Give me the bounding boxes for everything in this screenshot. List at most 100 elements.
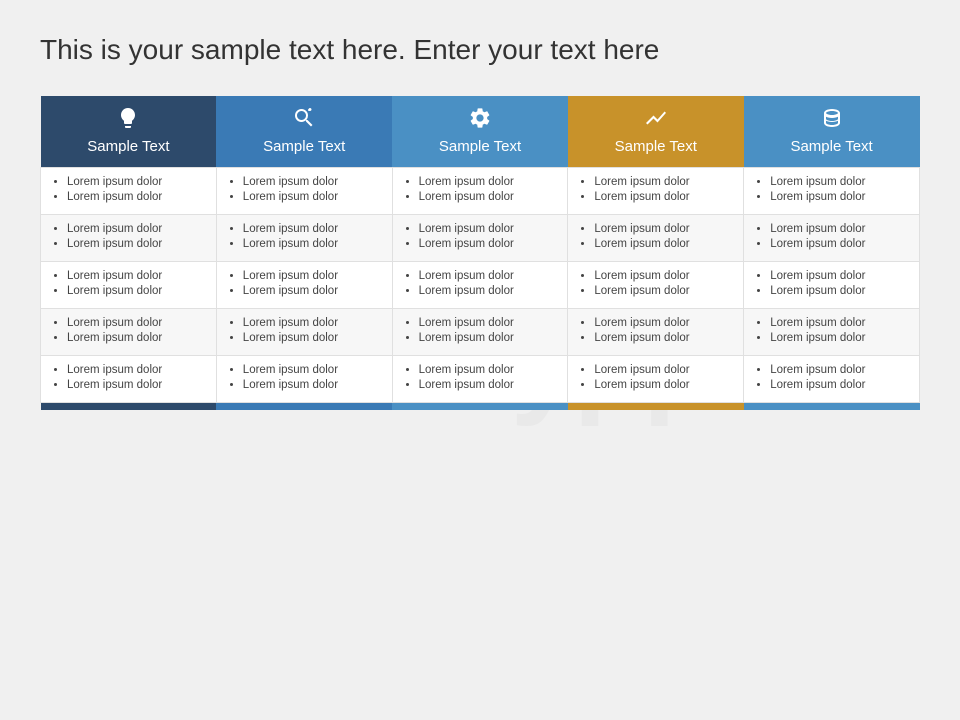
list-item: Lorem ipsum dolor xyxy=(67,317,206,329)
list-item: Lorem ipsum dolor xyxy=(67,332,206,344)
cell-r2-c5: Lorem ipsum dolor Lorem ipsum dolor xyxy=(744,215,920,262)
column-label-5: Sample Text xyxy=(752,138,912,155)
cell-r1-c1: Lorem ipsum dolor Lorem ipsum dolor xyxy=(41,168,217,215)
list-item: Lorem ipsum dolor xyxy=(243,317,382,329)
table-row: Lorem ipsum dolorLorem ipsum dolorLorem … xyxy=(41,168,920,215)
list-item: Lorem ipsum dolor xyxy=(419,238,558,250)
column-label-2: Sample Text xyxy=(224,138,384,155)
list-item: Lorem ipsum dolor xyxy=(243,285,382,297)
cell-r2-c3: Lorem ipsum dolor Lorem ipsum dolor xyxy=(392,215,568,262)
list-item: Lorem ipsum dolor xyxy=(243,223,382,235)
list-item: Lorem ipsum dolor xyxy=(594,317,733,329)
list-item: Lorem ipsum dolor xyxy=(67,176,206,188)
column-header-4: Sample Text xyxy=(568,96,744,168)
list-item: Lorem ipsum dolor xyxy=(243,379,382,391)
list-item: Lorem ipsum dolor xyxy=(67,379,206,391)
list-item: Lorem ipsum dolor xyxy=(243,332,382,344)
table-row: Lorem ipsum dolorLorem ipsum dolorLorem … xyxy=(41,215,920,262)
database-icon xyxy=(752,106,912,134)
list-item: Lorem ipsum dolor xyxy=(770,238,909,250)
column-header-2: Sample Text xyxy=(216,96,392,168)
column-label-3: Sample Text xyxy=(400,138,560,155)
list-item: Lorem ipsum dolor xyxy=(770,364,909,376)
list-item: Lorem ipsum dolor xyxy=(594,223,733,235)
footer-bar-5 xyxy=(744,403,920,410)
list-item: Lorem ipsum dolor xyxy=(67,285,206,297)
list-item: Lorem ipsum dolor xyxy=(770,285,909,297)
column-label-1: Sample Text xyxy=(49,138,209,155)
footer-bar-1 xyxy=(41,403,217,410)
list-item: Lorem ipsum dolor xyxy=(67,191,206,203)
cell-r5-c2: Lorem ipsum dolor Lorem ipsum dolor xyxy=(216,356,392,403)
main-table: Sample Text Sample Text Sample Text Samp… xyxy=(40,96,920,410)
list-item: Lorem ipsum dolor xyxy=(419,176,558,188)
list-item: Lorem ipsum dolor xyxy=(243,238,382,250)
cell-r3-c4: Lorem ipsum dolor Lorem ipsum dolor xyxy=(568,262,744,309)
column-header-1: Sample Text xyxy=(41,96,217,168)
list-item: Lorem ipsum dolor xyxy=(419,223,558,235)
list-item: Lorem ipsum dolor xyxy=(770,223,909,235)
list-item: Lorem ipsum dolor xyxy=(594,270,733,282)
cell-r4-c3: Lorem ipsum dolor Lorem ipsum dolor xyxy=(392,309,568,356)
column-header-3: Sample Text xyxy=(392,96,568,168)
cell-r1-c3: Lorem ipsum dolor Lorem ipsum dolor xyxy=(392,168,568,215)
list-item: Lorem ipsum dolor xyxy=(419,317,558,329)
cell-r4-c5: Lorem ipsum dolor Lorem ipsum dolor xyxy=(744,309,920,356)
cell-r1-c5: Lorem ipsum dolor Lorem ipsum dolor xyxy=(744,168,920,215)
list-item: Lorem ipsum dolor xyxy=(770,379,909,391)
footer-bar-4 xyxy=(568,403,744,410)
cell-r1-c2: Lorem ipsum dolor Lorem ipsum dolor xyxy=(216,168,392,215)
column-label-4: Sample Text xyxy=(576,138,736,155)
page-title: This is your sample text here. Enter you… xyxy=(40,32,920,68)
cell-r3-c1: Lorem ipsum dolor Lorem ipsum dolor xyxy=(41,262,217,309)
list-item: Lorem ipsum dolor xyxy=(770,176,909,188)
table-row: Lorem ipsum dolorLorem ipsum dolorLorem … xyxy=(41,356,920,403)
cell-r4-c4: Lorem ipsum dolor Lorem ipsum dolor xyxy=(568,309,744,356)
list-item: Lorem ipsum dolor xyxy=(770,191,909,203)
table-row: Lorem ipsum dolorLorem ipsum dolorLorem … xyxy=(41,262,920,309)
cell-r2-c4: Lorem ipsum dolor Lorem ipsum dolor xyxy=(568,215,744,262)
list-item: Lorem ipsum dolor xyxy=(243,270,382,282)
list-item: Lorem ipsum dolor xyxy=(67,364,206,376)
list-item: Lorem ipsum dolor xyxy=(594,332,733,344)
search-settings-icon xyxy=(224,106,384,134)
list-item: Lorem ipsum dolor xyxy=(67,238,206,250)
footer-bar-2 xyxy=(216,403,392,410)
list-item: Lorem ipsum dolor xyxy=(770,270,909,282)
list-item: Lorem ipsum dolor xyxy=(419,364,558,376)
gear-icon xyxy=(400,106,560,134)
table-row: Lorem ipsum dolorLorem ipsum dolorLorem … xyxy=(41,309,920,356)
cell-r1-c4: Lorem ipsum dolor Lorem ipsum dolor xyxy=(568,168,744,215)
cell-r3-c5: Lorem ipsum dolor Lorem ipsum dolor xyxy=(744,262,920,309)
list-item: Lorem ipsum dolor xyxy=(67,223,206,235)
list-item: Lorem ipsum dolor xyxy=(594,379,733,391)
list-item: Lorem ipsum dolor xyxy=(243,364,382,376)
cell-r5-c4: Lorem ipsum dolor Lorem ipsum dolor xyxy=(568,356,744,403)
list-item: Lorem ipsum dolor xyxy=(243,176,382,188)
list-item: Lorem ipsum dolor xyxy=(419,191,558,203)
list-item: Lorem ipsum dolor xyxy=(770,317,909,329)
chart-icon xyxy=(576,106,736,134)
cell-r5-c5: Lorem ipsum dolor Lorem ipsum dolor xyxy=(744,356,920,403)
list-item: Lorem ipsum dolor xyxy=(67,270,206,282)
cell-r5-c1: Lorem ipsum dolor Lorem ipsum dolor xyxy=(41,356,217,403)
column-header-5: Sample Text xyxy=(744,96,920,168)
cell-r5-c3: Lorem ipsum dolor Lorem ipsum dolor xyxy=(392,356,568,403)
cell-r2-c2: Lorem ipsum dolor Lorem ipsum dolor xyxy=(216,215,392,262)
list-item: Lorem ipsum dolor xyxy=(419,285,558,297)
footer-bar-3 xyxy=(392,403,568,410)
list-item: Lorem ipsum dolor xyxy=(243,191,382,203)
cell-r2-c1: Lorem ipsum dolor Lorem ipsum dolor xyxy=(41,215,217,262)
list-item: Lorem ipsum dolor xyxy=(419,379,558,391)
list-item: Lorem ipsum dolor xyxy=(594,364,733,376)
list-item: Lorem ipsum dolor xyxy=(419,270,558,282)
list-item: Lorem ipsum dolor xyxy=(770,332,909,344)
list-item: Lorem ipsum dolor xyxy=(594,176,733,188)
cell-r3-c3: Lorem ipsum dolor Lorem ipsum dolor xyxy=(392,262,568,309)
cell-r3-c2: Lorem ipsum dolor Lorem ipsum dolor xyxy=(216,262,392,309)
list-item: Lorem ipsum dolor xyxy=(419,332,558,344)
list-item: Lorem ipsum dolor xyxy=(594,191,733,203)
cell-r4-c2: Lorem ipsum dolor Lorem ipsum dolor xyxy=(216,309,392,356)
list-item: Lorem ipsum dolor xyxy=(594,285,733,297)
list-item: Lorem ipsum dolor xyxy=(594,238,733,250)
